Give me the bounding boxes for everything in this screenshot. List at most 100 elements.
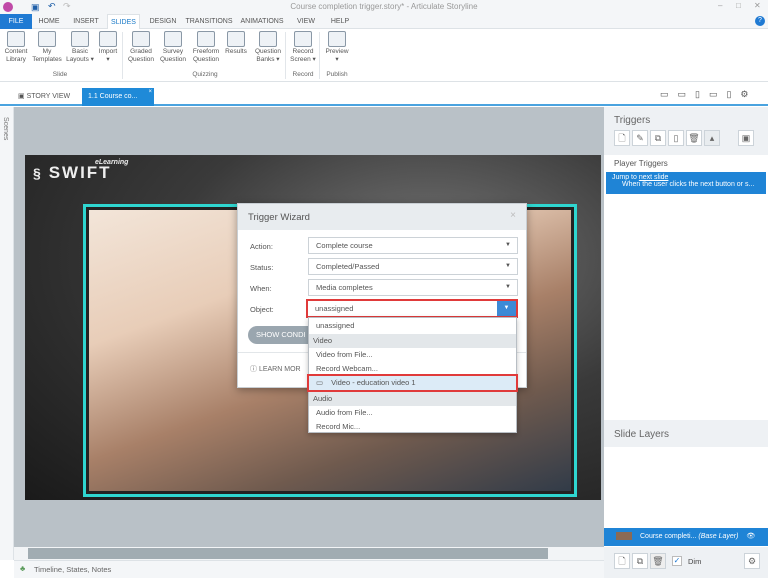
edit-trigger-icon[interactable]: ✎	[632, 130, 648, 146]
label: Content	[4, 48, 28, 55]
label: Question	[127, 56, 155, 63]
label: Banks ▾	[256, 56, 280, 63]
question-banks-button[interactable]: Question Banks ▾	[252, 31, 284, 64]
my-templates-button[interactable]: My Templates	[31, 31, 63, 64]
group-quizzing: Quizzing	[192, 71, 218, 78]
dialog-close-icon[interactable]: ×	[510, 210, 516, 221]
option-audio-from-file[interactable]: Audio from File...	[309, 406, 516, 420]
action-select[interactable]: Complete course ▼	[308, 237, 518, 254]
delete-layer-icon[interactable]: 🗑	[650, 553, 666, 569]
tab-story-view[interactable]: ▣ STORY VIEW	[12, 88, 76, 106]
video-icon: ▭	[316, 378, 324, 387]
tab-home[interactable]: HOME	[34, 14, 64, 29]
new-trigger-icon[interactable]: 🗋	[614, 130, 630, 146]
object-dropdown-list: unassigned Video Video from File... Reco…	[307, 317, 518, 434]
group-publish: Publish	[326, 71, 348, 78]
base-layer-row[interactable]: Course completi... (Base Layer) 👁	[604, 528, 768, 546]
triggers-title: Triggers	[614, 115, 651, 126]
logo-mark-icon: §	[33, 165, 49, 181]
duplicate-layer-icon[interactable]: ⧉	[632, 553, 648, 569]
device-preview-icons[interactable]: ▭▭▯▭▯⚙	[660, 89, 757, 100]
caret-down-icon[interactable]: ▼	[497, 301, 516, 316]
group-header-video: Video	[309, 334, 516, 348]
new-layer-icon[interactable]: 🗋	[614, 553, 630, 569]
eye-icon[interactable]: 👁	[746, 533, 755, 540]
trigger-target-link[interactable]: next slide	[639, 174, 669, 181]
status-select[interactable]: Completed/Passed ▼	[308, 258, 518, 275]
scenes-panel[interactable]: Scenes	[0, 107, 14, 560]
preview-icon	[328, 31, 346, 47]
results-button[interactable]: Results	[223, 31, 249, 56]
option-unassigned[interactable]: unassigned	[309, 319, 516, 333]
value: Completed/Passed	[316, 262, 380, 271]
player-triggers-heading: Player Triggers	[614, 159, 668, 168]
layer-settings-icon[interactable]: ⚙	[744, 553, 760, 569]
when-select[interactable]: Media completes ▼	[308, 279, 518, 296]
survey-question-button[interactable]: Survey Question	[158, 31, 188, 64]
tab-design[interactable]: DESIGN	[146, 14, 180, 29]
divider	[122, 32, 123, 79]
copy-trigger-icon[interactable]: ⧉	[650, 130, 666, 146]
label: Templates	[32, 56, 62, 63]
timeline-bar[interactable]: ♣ Timeline, States, Notes	[14, 560, 604, 578]
label: ▾	[106, 56, 110, 63]
graded-question-button[interactable]: Graded Question	[126, 31, 156, 64]
ribbon: Content Library My Templates Basic Layouts …	[0, 29, 768, 82]
label: Graded	[130, 48, 152, 55]
graded-question-icon	[132, 31, 150, 47]
label: Video - education video 1	[331, 378, 416, 387]
minimize-button[interactable]: –	[718, 1, 722, 10]
group-record: Record	[292, 71, 314, 78]
trigger-panel-options-icon[interactable]: ▣	[738, 130, 754, 146]
record-screen-button[interactable]: Record Screen ▾	[288, 31, 318, 64]
tab-file[interactable]: FILE	[0, 14, 32, 29]
logo: § SWIFT eLearning	[33, 159, 128, 183]
close-tab-icon[interactable]: ×	[148, 83, 152, 101]
layouts-icon	[71, 31, 89, 47]
tab-help[interactable]: HELP	[328, 14, 352, 29]
tab-transitions[interactable]: TRANSITIONS	[184, 14, 234, 29]
ribbon-tabs: FILE HOME INSERT SLIDES DESIGN TRANSITIO…	[0, 14, 768, 29]
paste-trigger-icon[interactable]: ▯	[668, 130, 684, 146]
basic-layouts-button[interactable]: Basic Layouts ▾	[65, 31, 95, 64]
horizontal-scrollbar[interactable]	[14, 547, 604, 560]
learn-more-link[interactable]: ⓘ LEARN MOR	[250, 364, 301, 374]
maximize-button[interactable]: □	[736, 1, 741, 10]
caret-down-icon: ▼	[505, 263, 511, 269]
content-library-button[interactable]: Content Library	[2, 31, 30, 64]
object-select[interactable]: unassigned ▼	[306, 299, 518, 318]
import-button[interactable]: Import ▾	[96, 31, 120, 64]
tab-insert[interactable]: INSERT	[70, 14, 102, 29]
tab-view[interactable]: VIEW	[294, 14, 318, 29]
info-icon: ⓘ	[250, 366, 259, 373]
option-education-video[interactable]: ▭ Video - education video 1	[307, 374, 518, 392]
option-video-from-file[interactable]: Video from File...	[309, 348, 516, 362]
help-icon[interactable]: ?	[755, 16, 765, 26]
tab-animations[interactable]: ANIMATIONS	[238, 14, 286, 29]
close-button[interactable]: ✕	[754, 1, 761, 10]
scrollbar-thumb[interactable]	[28, 548, 548, 559]
tab-slides[interactable]: SLIDES	[107, 14, 140, 29]
label: Question	[192, 56, 220, 63]
move-up-icon[interactable]: ▴	[704, 130, 720, 146]
label: My	[42, 48, 52, 55]
when-label: When:	[250, 284, 272, 293]
layer-thumbnail	[616, 532, 632, 541]
label: Survey	[162, 48, 184, 55]
preview-button[interactable]: Preview ▾	[322, 31, 352, 64]
logo-sub: eLearning	[95, 159, 129, 166]
label: 1.1 Course co...	[88, 93, 138, 100]
record-screen-icon	[294, 31, 312, 47]
option-record-mic[interactable]: Record Mic...	[309, 420, 516, 434]
value: Media completes	[316, 283, 373, 292]
trigger-item[interactable]: Jump to next slide When the user clicks …	[606, 172, 766, 194]
freeform-question-button[interactable]: Freeform Question	[190, 31, 222, 64]
timeline-label: Timeline, States, Notes	[34, 565, 112, 574]
delete-trigger-icon[interactable]: 🗑	[686, 130, 702, 146]
tab-slide[interactable]: 1.1 Course co... ×	[82, 88, 154, 106]
divider	[319, 32, 320, 79]
label: Freeform	[192, 48, 220, 55]
content-library-icon	[7, 31, 25, 47]
bank-icon	[259, 31, 277, 47]
dim-checkbox[interactable]: ✓	[672, 556, 682, 566]
